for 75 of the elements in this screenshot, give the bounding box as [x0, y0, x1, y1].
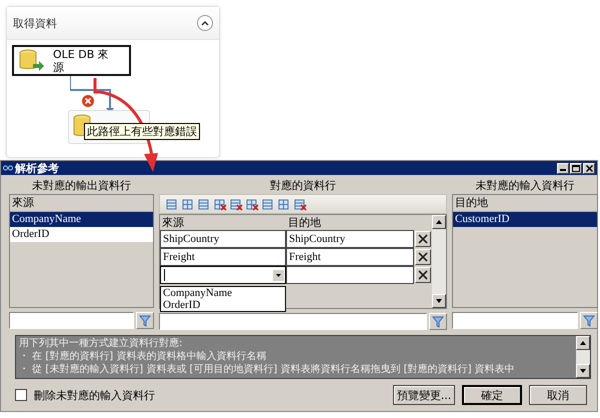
panel-title: 取得資料	[13, 16, 57, 30]
grid-icon[interactable]	[166, 198, 179, 210]
scroll-up-button[interactable]	[576, 336, 590, 350]
grid-icon[interactable]	[198, 198, 211, 210]
grid-delete-icon[interactable]	[230, 198, 243, 210]
filter-icon	[583, 314, 595, 326]
dialog-button[interactable]: 確定	[462, 385, 522, 405]
collapse-button[interactable]	[197, 15, 213, 31]
filter-button[interactable]	[429, 313, 447, 330]
dialog-button[interactable]: 取消	[529, 385, 587, 405]
window-title: 解析參考	[3, 160, 59, 176]
dropdown-option[interactable]: OrderID	[161, 299, 285, 311]
grid-delete-icon[interactable]	[294, 198, 307, 210]
minimize-button[interactable]	[557, 162, 569, 174]
list-item[interactable]: OrderID	[10, 227, 153, 242]
info-text: 用下列其中一種方式建立資料行對應:	[19, 337, 184, 350]
column-header: 目的地	[453, 195, 597, 212]
table-cell[interactable]: Freight	[160, 248, 286, 266]
grid-delete-icon[interactable]	[246, 198, 259, 210]
tooltip: 此路徑上有些對應錯誤	[84, 123, 200, 140]
checkbox[interactable]	[15, 389, 27, 401]
close-icon	[418, 270, 428, 280]
maximize-icon	[572, 164, 580, 172]
close-icon	[418, 234, 428, 244]
filter-icon	[139, 314, 151, 326]
delete-button[interactable]	[415, 249, 431, 265]
dropdown-icon	[273, 270, 284, 280]
list-item[interactable]: CustomerID	[453, 212, 597, 227]
scrollbar[interactable]	[576, 336, 590, 378]
down-icon	[436, 299, 442, 303]
info-text: ・ 從 [未對應的輸入資料行] 資料表或 [可用目的地資料行] 資料表將資料行名稱拖曳到 [對應的資料行] 資料表中	[19, 363, 516, 376]
dialog-button[interactable]: 預覽變更...	[393, 385, 455, 405]
section-heading: 未對應的輸出資料行	[31, 178, 132, 194]
table-cell[interactable]: ShipCountry	[160, 230, 286, 248]
grid-delete-icon[interactable]	[214, 198, 227, 210]
info-text: ・ 在 [對應的資料行] 資料表的資料格中輸入資料行名稱	[19, 350, 268, 363]
source-node[interactable]: OLE DB 來源	[12, 45, 131, 76]
column-header: 目的地	[287, 215, 322, 230]
scrollbar[interactable]	[432, 215, 446, 308]
filter-field[interactable]	[9, 312, 134, 329]
maximize-button[interactable]	[570, 162, 582, 174]
grid-icon[interactable]	[262, 198, 275, 210]
filter-button[interactable]	[580, 312, 598, 329]
scroll-down-button[interactable]	[432, 294, 446, 308]
close-button[interactable]	[583, 162, 595, 174]
database-icon	[19, 48, 45, 72]
filter-icon	[432, 316, 444, 328]
filter-button[interactable]	[136, 312, 154, 329]
delete-button[interactable]	[415, 267, 431, 283]
scroll-down-button[interactable]	[576, 364, 590, 378]
table-cell[interactable]	[286, 266, 414, 284]
filter-field[interactable]	[159, 313, 427, 330]
up-icon	[580, 341, 586, 345]
error-icon	[82, 95, 94, 107]
checkbox-label: 刪除未對應的輸入資料行	[34, 388, 155, 402]
filter-field[interactable]	[452, 312, 578, 329]
column-header: 來源	[10, 195, 153, 212]
column-header: 來源	[161, 215, 185, 230]
section-heading: 未對應的輸入資料行	[474, 178, 576, 194]
table-cell[interactable]: Freight	[286, 248, 414, 266]
list-item[interactable]: CompanyName	[10, 212, 153, 227]
delete-button[interactable]	[415, 231, 431, 247]
down-icon	[580, 369, 586, 373]
table-cell[interactable]: ShipCountry	[286, 230, 414, 248]
grid-icon[interactable]	[278, 198, 291, 210]
up-icon	[436, 220, 442, 224]
dropdown-option[interactable]: CompanyName	[161, 287, 285, 299]
chevron-up-icon	[201, 20, 209, 26]
grid-icon[interactable]	[182, 198, 195, 210]
close-icon	[586, 164, 592, 172]
scroll-up-button[interactable]	[432, 215, 446, 229]
section-heading: 對應的資料行	[269, 178, 337, 194]
combo-box[interactable]	[160, 266, 286, 284]
app-icon	[3, 165, 13, 171]
close-icon	[418, 252, 428, 262]
